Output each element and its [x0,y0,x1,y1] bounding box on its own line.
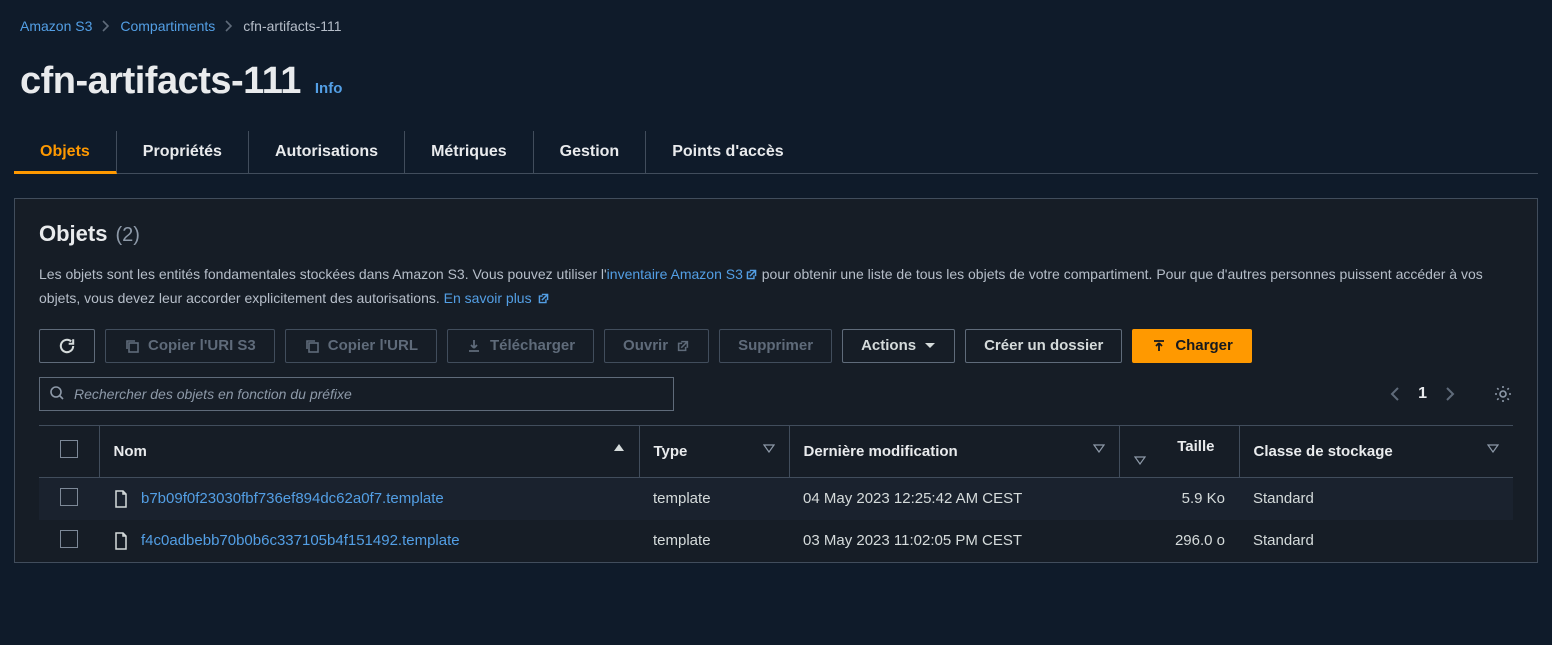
upload-icon [1151,338,1167,354]
tab-permissions[interactable]: Autorisations [249,131,405,173]
external-link-icon [537,292,550,305]
download-icon [466,338,482,354]
sort-icon [763,443,775,453]
objects-table: Nom Type Dernière modification Taille Cl… [39,425,1513,562]
panel-heading: Objets (2) [39,221,1513,247]
select-all-header [39,425,99,477]
object-type: template [639,520,789,562]
breadcrumb-buckets[interactable]: Compartiments [120,18,215,34]
column-modified[interactable]: Dernière modification [789,425,1119,477]
tabs: Objets Propriétés Autorisations Métrique… [14,131,1538,174]
column-label: Taille [1177,438,1214,455]
page-title: cfn-artifacts-111 [20,60,301,103]
tab-objects[interactable]: Objets [14,131,117,174]
breadcrumb-current: cfn-artifacts-111 [243,18,341,34]
page-number: 1 [1418,385,1427,403]
desc-text: Les objets sont les entités fondamentale… [39,266,607,282]
sort-icon [1487,443,1499,453]
download-button[interactable]: Télécharger [447,329,594,363]
button-label: Copier l'URI S3 [148,337,256,354]
breadcrumb-root[interactable]: Amazon S3 [20,18,92,34]
chevron-right-icon [225,20,233,32]
column-label: Dernière modification [804,443,958,460]
copy-icon [124,338,140,354]
button-label: Créer un dossier [984,337,1103,354]
inventory-link[interactable]: inventaire Amazon S3 [607,266,758,282]
sort-icon [1093,443,1105,453]
prev-page-button[interactable] [1390,386,1400,402]
row-checkbox[interactable] [60,488,78,506]
copy-uri-button[interactable]: Copier l'URI S3 [105,329,275,363]
button-label: Copier l'URL [328,337,418,354]
actions-button[interactable]: Actions [842,329,955,363]
copy-icon [304,338,320,354]
button-label: Actions [861,337,916,354]
pagination: 1 [1390,385,1455,403]
table-row: b7b09f0f23030fbf736ef894dc62a0f7.templat… [39,477,1513,520]
column-type[interactable]: Type [639,425,789,477]
create-folder-button[interactable]: Créer un dossier [965,329,1122,363]
file-icon [113,490,129,508]
tab-management[interactable]: Gestion [534,131,647,173]
objects-panel: Objets (2) Les objets sont les entités f… [14,198,1538,563]
object-size: 296.0 o [1119,520,1239,562]
object-storage-class: Standard [1239,520,1513,562]
page-title-row: cfn-artifacts-111 Info [0,42,1552,131]
search-icon [49,385,65,401]
refresh-button[interactable] [39,329,95,363]
panel-title: Objets [39,221,107,247]
tab-access-points[interactable]: Points d'accès [646,131,809,173]
learn-more-link[interactable]: En savoir plus [444,290,551,306]
sort-icon [1134,455,1225,465]
search-box [39,377,674,411]
object-type: template [639,477,789,520]
column-storage[interactable]: Classe de stockage [1239,425,1513,477]
select-all-checkbox[interactable] [60,440,78,458]
search-input[interactable] [39,377,674,411]
next-page-button[interactable] [1445,386,1455,402]
object-name-link[interactable]: f4c0adbebb70b0b6c337105b4f151492.templat… [141,532,460,549]
settings-button[interactable] [1493,384,1513,404]
object-modified: 03 May 2023 11:02:05 PM CEST [789,520,1119,562]
column-label: Nom [114,443,147,460]
toolbar: Copier l'URI S3 Copier l'URL Télécharger… [39,329,1513,363]
external-link-icon [676,339,690,353]
chevron-right-icon [102,20,110,32]
delete-button[interactable]: Supprimer [719,329,832,363]
refresh-icon [58,337,76,355]
sort-asc-icon [613,443,625,453]
object-storage-class: Standard [1239,477,1513,520]
table-row: f4c0adbebb70b0b6c337105b4f151492.templat… [39,520,1513,562]
button-label: Télécharger [490,337,575,354]
button-label: Ouvrir [623,337,668,354]
tab-properties[interactable]: Propriétés [117,131,249,173]
button-label: Charger [1175,337,1233,354]
external-link-icon [745,268,758,281]
object-count: (2) [115,224,139,247]
object-modified: 04 May 2023 12:25:42 AM CEST [789,477,1119,520]
column-size[interactable]: Taille [1119,425,1239,477]
search-pagination-row: 1 [39,377,1513,411]
tab-metrics[interactable]: Métriques [405,131,534,173]
object-size: 5.9 Ko [1119,477,1239,520]
open-button[interactable]: Ouvrir [604,329,709,363]
row-checkbox[interactable] [60,530,78,548]
object-name-link[interactable]: b7b09f0f23030fbf736ef894dc62a0f7.templat… [141,490,444,507]
column-label: Type [654,443,688,460]
caret-down-icon [924,342,936,350]
info-link[interactable]: Info [315,80,343,97]
file-icon [113,532,129,550]
column-name[interactable]: Nom [99,425,639,477]
upload-button[interactable]: Charger [1132,329,1252,363]
copy-url-button[interactable]: Copier l'URL [285,329,437,363]
button-label: Supprimer [738,337,813,354]
panel-description: Les objets sont les entités fondamentale… [39,263,1513,311]
breadcrumb: Amazon S3 Compartiments cfn-artifacts-11… [0,0,1552,42]
column-label: Classe de stockage [1254,443,1393,460]
